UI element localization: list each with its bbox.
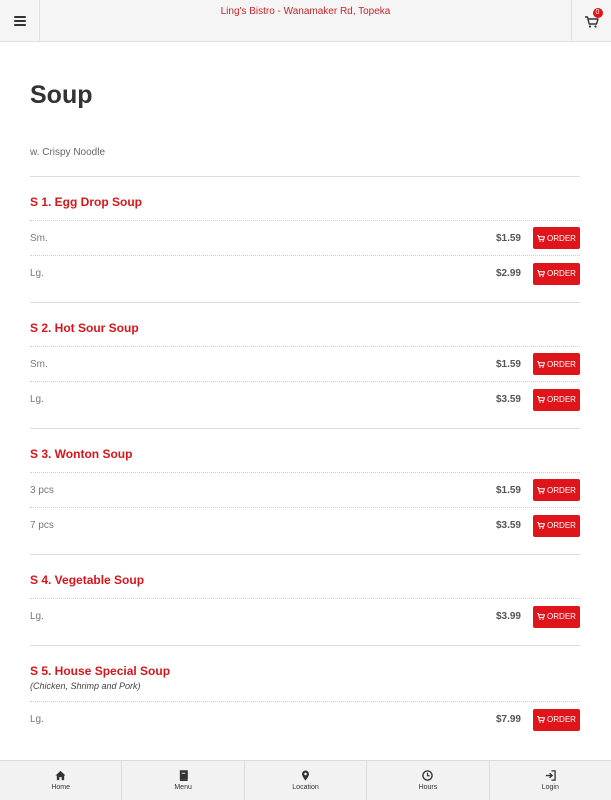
cart-icon bbox=[537, 613, 545, 620]
price-option-row: Lg. $3.99 ORDER bbox=[30, 599, 580, 634]
nav-label: Login bbox=[541, 784, 559, 791]
menu-item-list: S 1. Egg Drop Soup Sm. $1.59 ORDER Lg. $2.99 O… bbox=[30, 177, 580, 737]
menu-item: S 1. Egg Drop Soup Sm. $1.59 ORDER Lg. $2.99 O… bbox=[30, 177, 580, 303]
price-value: $3.99 bbox=[495, 611, 521, 622]
restaurant-name[interactable]: Ling's Bistro - Wanamaker Rd, Topeka bbox=[40, 6, 571, 17]
price-option-row: 7 pcs $3.59 ORDER bbox=[30, 508, 580, 543]
menu-toggle-button[interactable] bbox=[0, 0, 40, 42]
order-label: ORDER bbox=[547, 395, 576, 404]
nav-label: Home bbox=[51, 784, 71, 791]
price-option-row: Lg. $2.99 ORDER bbox=[30, 256, 580, 291]
size-label: Sm. bbox=[30, 232, 48, 244]
cart-icon bbox=[537, 486, 545, 494]
price-value: $7.99 bbox=[495, 714, 521, 725]
price-option-row: Lg. $7.99 ORDER bbox=[30, 702, 580, 737]
nav-tab-location[interactable]: Location bbox=[245, 761, 368, 800]
home-icon bbox=[55, 770, 66, 781]
cart-icon bbox=[537, 716, 545, 723]
menu-item: S 5. House Special Soup (Chicken, Shrimp … bbox=[30, 646, 580, 737]
category-subtitle: w. Crispy Noodle bbox=[30, 147, 106, 158]
map-marker-icon bbox=[302, 770, 309, 781]
order-button[interactable]: ORDER bbox=[533, 227, 580, 249]
order-label: ORDER bbox=[547, 521, 576, 530]
price-value: $1.59 bbox=[495, 358, 521, 370]
order-label: ORDER bbox=[547, 715, 576, 724]
size-label: Lg. bbox=[30, 394, 44, 405]
cart-button[interactable]: 0 bbox=[571, 0, 611, 42]
menu-item-name[interactable]: S 1. Egg Drop Soup bbox=[30, 177, 580, 221]
price-option-row: Lg. $3.59 ORDER bbox=[30, 382, 580, 417]
size-label: 7 pcs bbox=[30, 520, 54, 531]
hamburger-icon bbox=[13, 16, 26, 26]
price-option-row: Sm. $1.59 ORDER bbox=[30, 221, 580, 256]
order-button[interactable]: ORDER bbox=[533, 708, 580, 731]
login-icon bbox=[545, 770, 556, 781]
menu-item: S 3. Wonton Soup 3 pcs $1.59 ORDER 7 pcs $3.5… bbox=[30, 429, 580, 555]
bottom-nav: Home Menu Location Hours Login bbox=[0, 760, 611, 800]
menu-item-name[interactable]: S 3. Wonton Soup bbox=[30, 429, 580, 473]
menu-item-name[interactable]: S 4. Vegetable Soup bbox=[30, 555, 580, 599]
cart-icon bbox=[537, 522, 545, 529]
price-value: $3.59 bbox=[495, 520, 521, 531]
order-button[interactable]: ORDER bbox=[533, 353, 580, 375]
order-button[interactable]: ORDER bbox=[533, 262, 580, 285]
page-title: Soup bbox=[30, 81, 93, 109]
menu-item-name[interactable]: S 2. Hot Sour Soup bbox=[30, 303, 580, 347]
nav-tab-home[interactable]: Home bbox=[0, 761, 123, 800]
order-label: ORDER bbox=[547, 269, 576, 278]
size-label: Lg. bbox=[30, 268, 44, 279]
order-button[interactable]: ORDER bbox=[533, 388, 580, 411]
order-label: ORDER bbox=[547, 612, 576, 621]
size-label: 3 pcs bbox=[30, 484, 54, 496]
nav-label: Location bbox=[292, 784, 319, 791]
cart-icon bbox=[537, 396, 545, 403]
price-value: $2.99 bbox=[495, 268, 521, 279]
top-bar: Ling's Bistro - Wanamaker Rd, Topeka 0 bbox=[0, 0, 611, 42]
price-value: $3.59 bbox=[495, 394, 521, 405]
menu-item-description: (Chicken, Shrimp and Pork) bbox=[30, 680, 580, 702]
menu-item: S 2. Hot Sour Soup Sm. $1.59 ORDER Lg. $3.59 O… bbox=[30, 303, 580, 429]
order-label: ORDER bbox=[547, 485, 576, 495]
order-button[interactable]: ORDER bbox=[533, 479, 580, 501]
price-option-row: Sm. $1.59 ORDER bbox=[30, 347, 580, 382]
order-button[interactable]: ORDER bbox=[533, 605, 580, 628]
menu-content: Soup w. Crispy Noodle S 1. Egg Drop Soup… bbox=[30, 42, 580, 748]
size-label: Lg. bbox=[30, 714, 44, 725]
price-option-row: 3 pcs $1.59 ORDER bbox=[30, 473, 580, 508]
cart-icon bbox=[537, 360, 545, 368]
price-value: $1.59 bbox=[495, 484, 521, 496]
clock-icon bbox=[422, 770, 434, 781]
order-label: ORDER bbox=[547, 233, 576, 243]
cart-count-badge: 0 bbox=[592, 8, 603, 18]
menu-item: S 4. Vegetable Soup Lg. $3.99 ORDER bbox=[30, 555, 580, 646]
nav-tab-login[interactable]: Login bbox=[490, 761, 611, 800]
order-button[interactable]: ORDER bbox=[533, 514, 580, 537]
nav-tab-menu[interactable]: Menu bbox=[122, 761, 245, 800]
book-icon bbox=[179, 770, 188, 781]
cart-icon bbox=[537, 270, 545, 277]
size-label: Sm. bbox=[30, 358, 48, 370]
nav-label: Menu bbox=[174, 784, 192, 791]
nav-tab-hours[interactable]: Hours bbox=[367, 761, 490, 800]
size-label: Lg. bbox=[30, 611, 44, 622]
price-value: $1.59 bbox=[495, 232, 521, 244]
order-label: ORDER bbox=[547, 359, 576, 369]
cart-icon bbox=[537, 234, 545, 242]
nav-label: Hours bbox=[418, 784, 438, 791]
